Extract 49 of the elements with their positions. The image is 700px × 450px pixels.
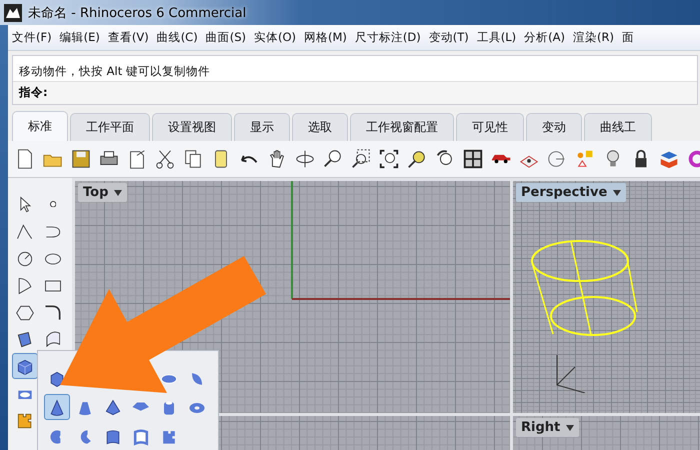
right-viewport[interactable]: Right	[513, 416, 700, 450]
viewport-label[interactable]: Right	[516, 418, 580, 437]
caret-icon	[114, 190, 122, 196]
perspective-viewport[interactable]: Perspective	[513, 181, 700, 413]
menu-item[interactable]: 变动(T)	[424, 30, 473, 45]
tool-button[interactable]	[44, 394, 70, 420]
surface-icon	[46, 330, 60, 348]
menu-item[interactable]: 网格(M)	[300, 30, 351, 45]
menu-item[interactable]: 工具(L)	[472, 30, 520, 45]
tool-button[interactable]	[12, 353, 38, 379]
toolbar-tab[interactable]: 变动	[526, 113, 582, 141]
toolbar-tab[interactable]: 可见性	[456, 113, 524, 141]
point-icon	[50, 200, 56, 208]
menu-item[interactable]: 面	[618, 30, 638, 45]
menu-item[interactable]: 编辑(E)	[56, 30, 104, 45]
toolbar-tab[interactable]: 选取	[292, 113, 348, 141]
caret-icon	[566, 424, 574, 430]
viewport-label[interactable]: Top	[78, 183, 128, 202]
toolbar-tab[interactable]: 显示	[234, 113, 290, 141]
truncated-pyramid-icon	[132, 402, 150, 412]
menu-item[interactable]: 曲线(C)	[152, 30, 202, 45]
menu-item[interactable]: 实体(O)	[250, 30, 300, 45]
viewport-label[interactable]: Perspective	[516, 183, 626, 202]
undo-icon	[240, 154, 258, 164]
menu-item[interactable]: 曲面(S)	[202, 30, 250, 45]
toolbar-tab[interactable]: 工作平面	[70, 113, 150, 141]
rotate-view-icon	[294, 148, 316, 170]
window-title: 未命名 - Rhinoceros 6 Commercial	[28, 4, 246, 22]
menu-item[interactable]: 尺寸标注(D)	[350, 30, 425, 45]
zoom-window-icon	[350, 148, 372, 170]
app-logo-icon	[4, 4, 22, 22]
menu-item[interactable]: 渲染(R)	[569, 30, 618, 45]
zoom-extents-icon	[378, 148, 400, 170]
caret-icon	[613, 190, 622, 196]
scissors-icon	[154, 148, 176, 170]
copy-icon	[182, 148, 204, 170]
menu-item[interactable]: 分析(A)	[520, 30, 569, 45]
menu-item[interactable]: 文件(F)	[8, 30, 56, 45]
zoom-icon	[322, 148, 344, 170]
command-prompt[interactable]: 指令:	[13, 81, 697, 104]
car-icon	[490, 154, 512, 164]
toolbar-tab[interactable]: 设置视图	[152, 113, 232, 141]
command-history: 移动物件，快按 Alt 键可以复制物件	[18, 63, 211, 80]
toolbar-tab[interactable]: 工作视窗配置	[350, 113, 454, 141]
four-panes-icon	[462, 148, 484, 170]
toolbar-tab[interactable]: 标准	[12, 111, 68, 141]
toolbar-tab[interactable]: 曲线工	[584, 113, 652, 141]
zoom-selected-icon	[406, 148, 428, 170]
menu-item[interactable]: 查看(V)	[104, 30, 153, 45]
